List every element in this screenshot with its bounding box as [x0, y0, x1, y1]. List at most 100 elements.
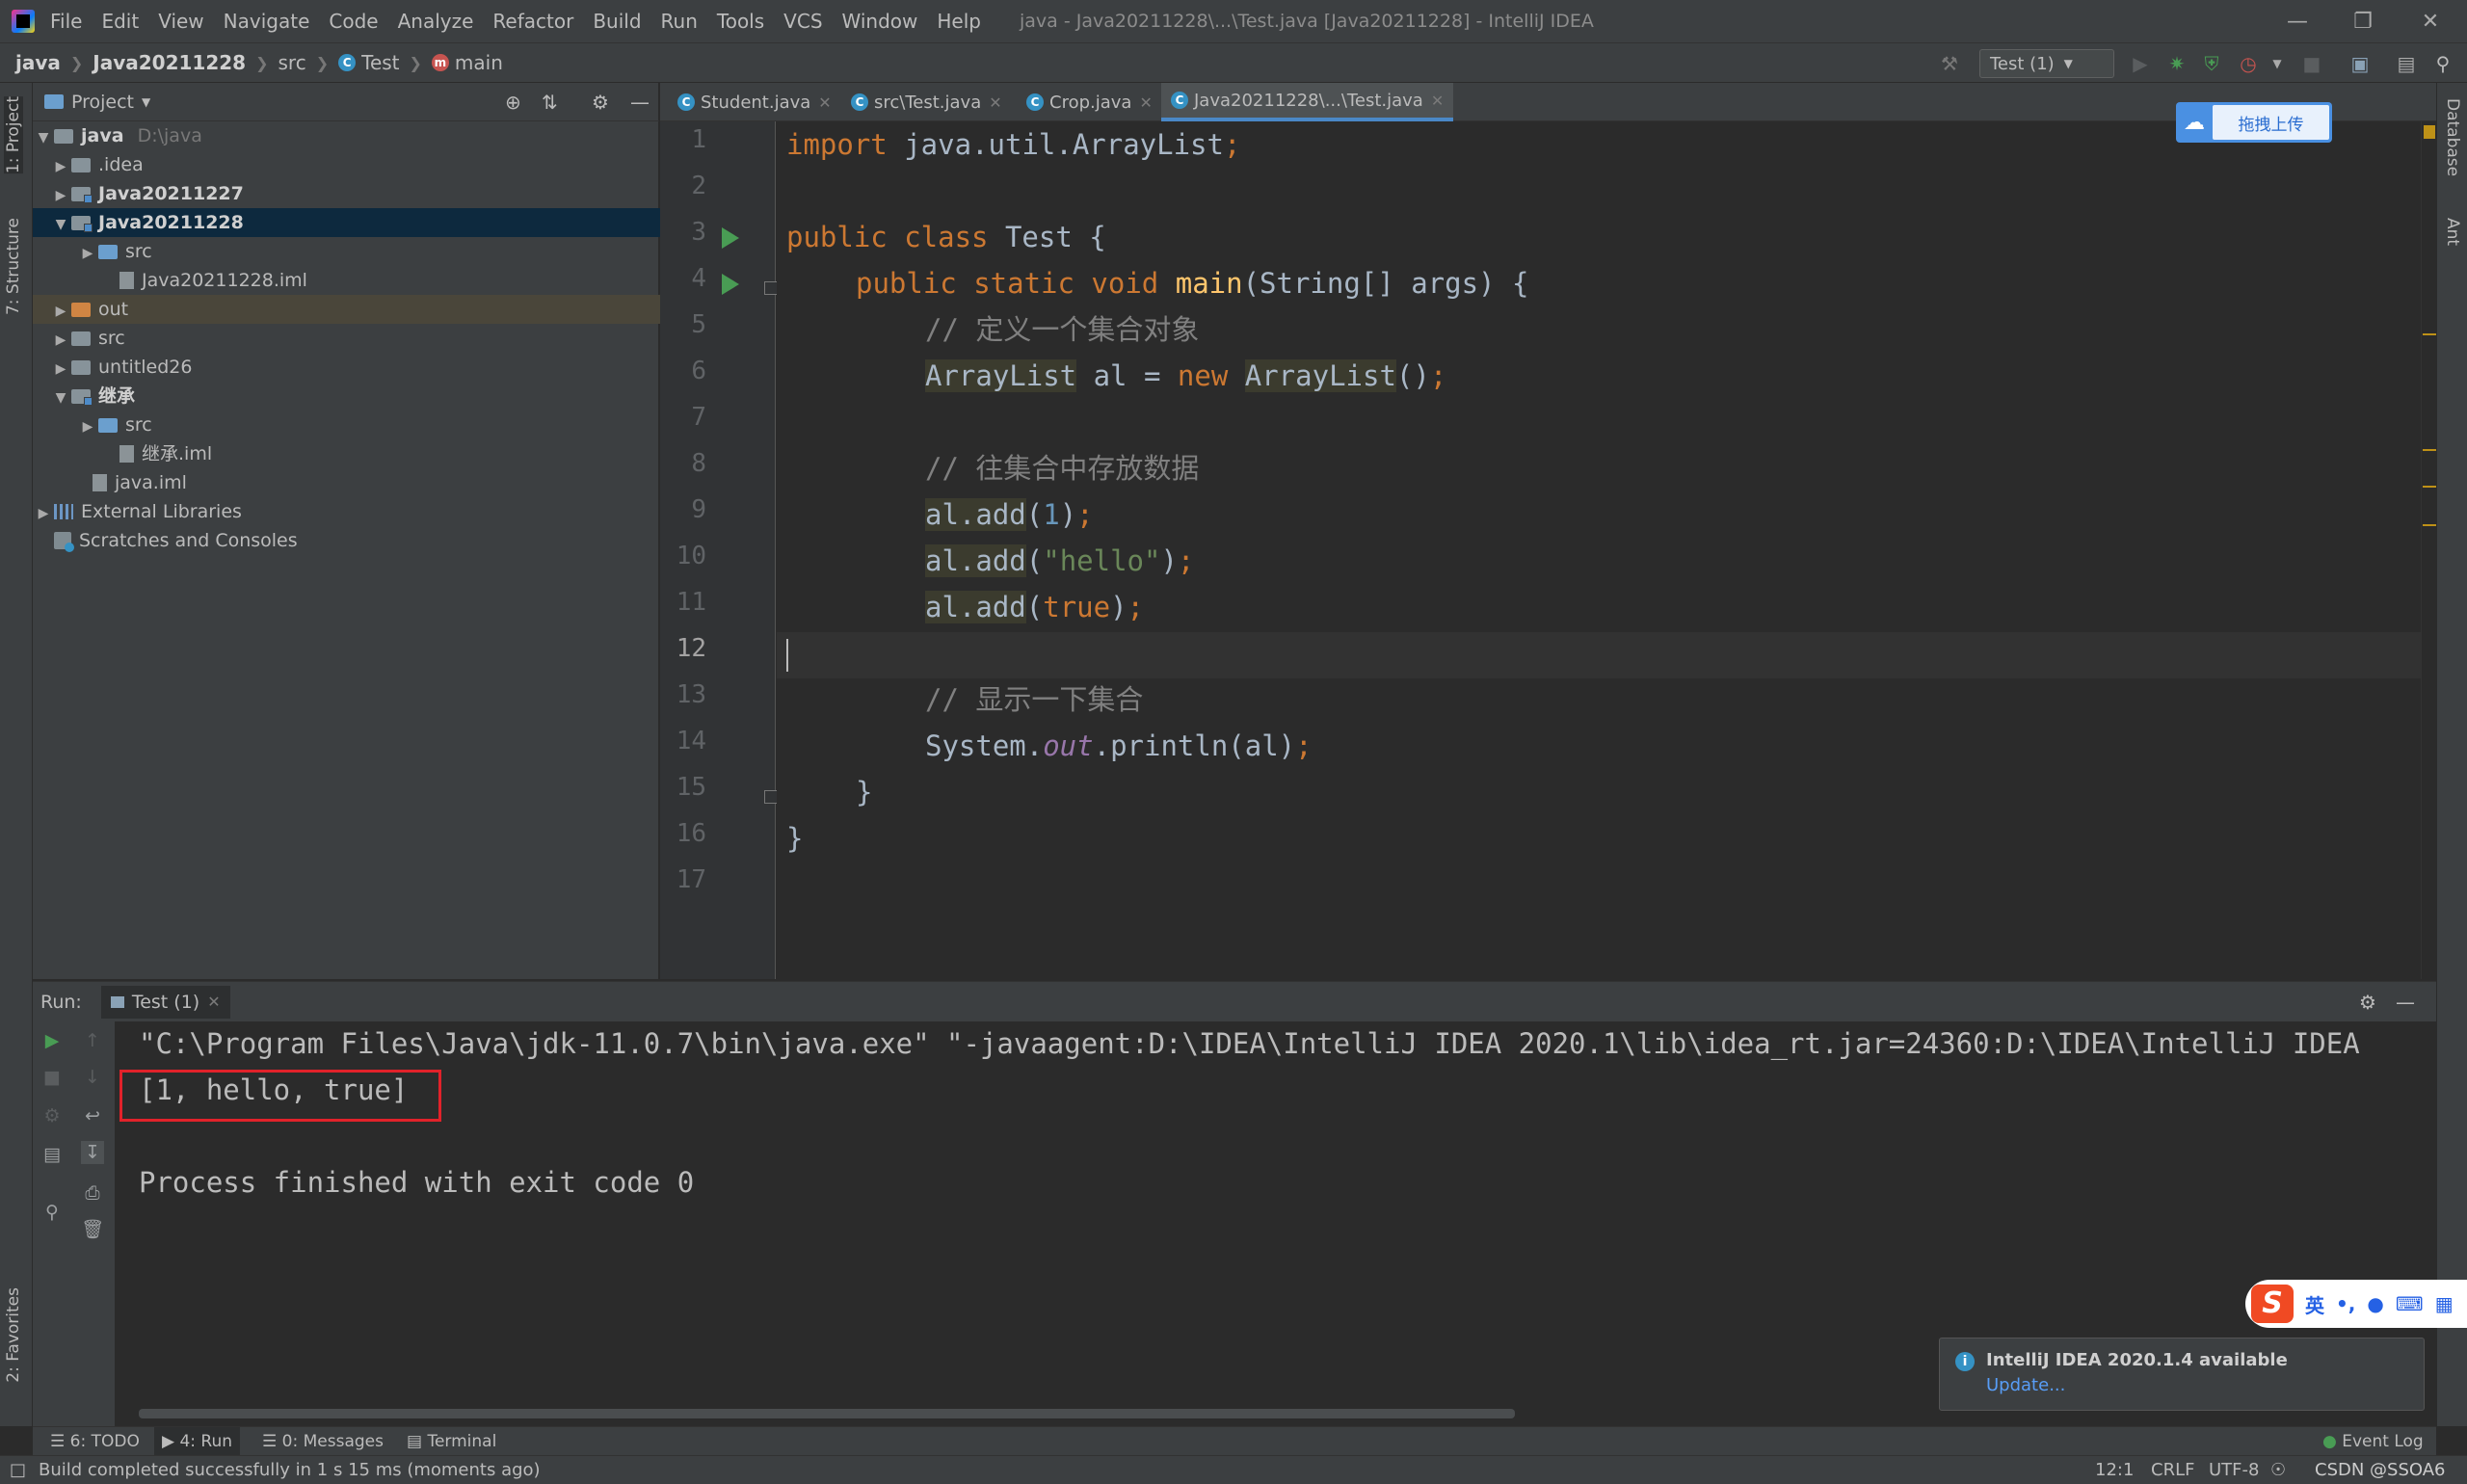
console-horizontal-scrollbar[interactable]	[139, 1409, 1515, 1418]
tab-src-test-java[interactable]: C src\Test.java ✕	[841, 83, 1012, 121]
rerun-icon[interactable]: ▶	[40, 1029, 64, 1052]
run-configuration-select[interactable]: Test (1) ▼	[1979, 49, 2114, 78]
fold-marker-icon[interactable]	[764, 281, 778, 295]
tree-item-java20211227[interactable]: ▶ Java20211227	[33, 179, 676, 208]
grid-menu-icon[interactable]: ▦	[2435, 1292, 2454, 1315]
breadcrumb-method[interactable]: main	[455, 51, 503, 74]
breadcrumb-java[interactable]: java	[15, 51, 61, 74]
collapsed-arrow-icon[interactable]: ▶	[50, 181, 71, 210]
caret-position[interactable]: 12:1	[2095, 1460, 2134, 1480]
tab-java20211228-test-java[interactable]: C Java20211228\...\Test.java ✕	[1161, 83, 1454, 121]
collapsed-arrow-icon[interactable]: ▶	[77, 239, 98, 268]
tool-tab-messages[interactable]: ☰ 0: Messages	[254, 1427, 391, 1456]
menu-navigate[interactable]: Navigate	[224, 10, 310, 33]
tool-tab-terminal[interactable]: ▤ Terminal	[399, 1427, 504, 1456]
menu-run[interactable]: Run	[661, 10, 698, 33]
tree-item-jicheng-iml[interactable]: 继承.iml	[33, 439, 725, 468]
close-window-icon[interactable]: ✕	[2400, 0, 2461, 42]
tree-item-jicheng-src[interactable]: ▶ src	[33, 411, 703, 439]
collapsed-arrow-icon[interactable]: ▶	[33, 499, 54, 528]
collapse-all-icon[interactable]: ⇅	[542, 91, 558, 114]
tree-item-iml[interactable]: Java20211228.iml	[33, 266, 725, 295]
menu-build[interactable]: Build	[593, 10, 641, 33]
code-editor[interactable]: import java.util.ArrayList; public class…	[777, 121, 2421, 979]
scroll-to-end-icon[interactable]: ↧	[81, 1141, 104, 1164]
gear-icon[interactable]: ⚙	[592, 91, 609, 114]
print-icon[interactable]: ⎙	[81, 1181, 104, 1205]
stop-icon[interactable]: ■	[2301, 53, 2322, 74]
collapsed-arrow-icon[interactable]: ▶	[50, 152, 71, 181]
minimize-icon[interactable]: —	[2267, 0, 2328, 42]
hide-panel-icon[interactable]: —	[630, 91, 650, 114]
file-encoding[interactable]: UTF-8	[2209, 1460, 2259, 1480]
restore-icon[interactable]: ❐	[2332, 0, 2394, 42]
fold-marker-icon[interactable]	[764, 790, 778, 804]
trash-icon[interactable]: 🗑	[81, 1218, 104, 1241]
breadcrumb-class[interactable]: Test	[361, 51, 399, 74]
warning-indicator-icon[interactable]	[2424, 125, 2435, 139]
warning-marker[interactable]	[2423, 524, 2436, 526]
project-structure-icon[interactable]: ▣	[2349, 53, 2371, 74]
line-separator[interactable]: CRLF	[2151, 1460, 2194, 1480]
run-main-gutter-icon[interactable]	[722, 274, 739, 295]
layout-icon[interactable]: ▤	[40, 1143, 64, 1166]
ime-punctuation[interactable]: •,	[2336, 1292, 2355, 1315]
menu-analyze[interactable]: Analyze	[398, 10, 474, 33]
editor-error-stripe[interactable]	[2421, 121, 2436, 979]
run-icon[interactable]: ▶	[2130, 53, 2151, 74]
profiler-icon[interactable]: ◷	[2238, 53, 2259, 74]
terminal-window-icon[interactable]: ▤	[2396, 53, 2417, 74]
tool-tab-structure[interactable]: 7: Structure	[4, 218, 23, 315]
close-icon[interactable]: ✕	[1431, 92, 1444, 110]
ime-toolbar[interactable]: S 英 •, ● ⌨ ▦	[2245, 1280, 2467, 1328]
warning-marker[interactable]	[2423, 486, 2436, 488]
stop-icon[interactable]: ■	[40, 1066, 64, 1089]
arrow-up-icon[interactable]: ↑	[81, 1029, 104, 1052]
pin-icon[interactable]: ⚲	[40, 1201, 64, 1224]
cloud-upload-widget[interactable]: ☁ 拖拽上传	[2176, 102, 2332, 143]
tree-item-java20211228[interactable]: ▼ Java20211228	[33, 208, 676, 237]
lock-icon[interactable]: ☉	[2270, 1460, 2286, 1480]
close-icon[interactable]: ✕	[1139, 93, 1152, 112]
tree-item-src-root[interactable]: ▶ src	[33, 324, 676, 353]
expanded-arrow-icon[interactable]: ▼	[33, 123, 54, 152]
tool-tab-favorites[interactable]: 2: Favorites	[4, 1287, 23, 1383]
menu-file[interactable]: File	[50, 10, 82, 33]
sogou-logo-icon[interactable]: S	[2251, 1285, 2294, 1323]
tree-item-java-root[interactable]: ▼ java D:\java	[33, 121, 659, 150]
menu-edit[interactable]: Edit	[101, 10, 139, 33]
soft-wrap-icon[interactable]: ↩	[81, 1104, 104, 1127]
project-view-title[interactable]: Project	[71, 92, 134, 113]
status-toggle-icon[interactable]: □	[10, 1460, 26, 1480]
close-icon[interactable]: ✕	[818, 93, 831, 112]
build-hammer-icon[interactable]: ⚒	[1939, 53, 1960, 74]
close-icon[interactable]: ✕	[207, 993, 220, 1011]
close-icon[interactable]: ✕	[989, 93, 1001, 112]
update-link[interactable]: Update...	[1986, 1375, 2065, 1395]
tool-tab-run[interactable]: ▶ 4: Run	[154, 1427, 241, 1456]
menu-refactor[interactable]: Refactor	[492, 10, 573, 33]
menu-help[interactable]: Help	[937, 10, 981, 33]
tool-tab-todo[interactable]: ☰ 6: TODO	[42, 1427, 147, 1456]
tool-tab-ant[interactable]: Ant	[2443, 218, 2462, 246]
chevron-down-icon[interactable]: ▼	[142, 95, 150, 109]
warning-marker[interactable]	[2423, 449, 2436, 451]
tree-item-external-libraries[interactable]: ▶ External Libraries	[33, 497, 659, 526]
run-tab-test[interactable]: Test (1) ✕	[100, 985, 230, 1019]
menu-window[interactable]: Window	[842, 10, 918, 33]
debug-bug-icon[interactable]: ✷	[2166, 53, 2188, 74]
tool-tab-project[interactable]: 1: Project	[4, 96, 23, 174]
menu-tools[interactable]: Tools	[717, 10, 764, 33]
tree-item-untitled26[interactable]: ▶ untitled26	[33, 353, 676, 382]
tree-item-idea[interactable]: ▶ .idea	[33, 150, 676, 179]
keyboard-icon[interactable]: ⌨	[2396, 1292, 2424, 1315]
collapsed-arrow-icon[interactable]: ▶	[50, 355, 71, 384]
search-icon[interactable]: ⚲	[2432, 53, 2454, 74]
locate-target-icon[interactable]: ⊕	[505, 91, 521, 114]
tab-student-java[interactable]: C Student.java ✕	[668, 83, 841, 121]
collapsed-arrow-icon[interactable]: ▶	[50, 326, 71, 355]
collapsed-arrow-icon[interactable]: ▶	[77, 412, 98, 441]
tree-item-src[interactable]: ▶ src	[33, 237, 703, 266]
breadcrumb-src[interactable]: src	[279, 51, 306, 74]
menu-vcs[interactable]: VCS	[783, 10, 822, 33]
